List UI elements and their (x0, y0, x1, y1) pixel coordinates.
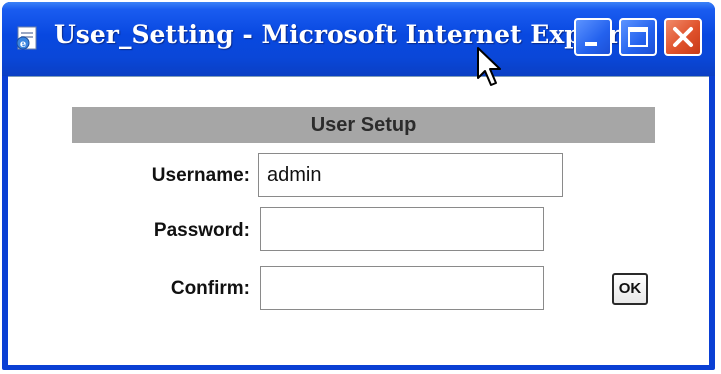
password-input[interactable] (260, 207, 544, 251)
username-input[interactable] (258, 153, 563, 197)
title-bar[interactable]: e User_Setting - Microsoft Internet Expl… (2, 2, 715, 76)
mouse-cursor-icon (476, 46, 506, 90)
maximize-button[interactable] (619, 18, 657, 56)
ok-button[interactable]: OK (612, 273, 648, 305)
section-title: User Setup (72, 107, 655, 143)
page-content: User Setup Username: Password: Confirm: … (8, 76, 709, 365)
close-icon (673, 27, 693, 47)
confirm-label: Confirm: (170, 278, 250, 299)
maximize-icon (628, 27, 648, 47)
minimize-button[interactable] (574, 18, 612, 56)
close-button[interactable] (664, 18, 702, 56)
confirm-input[interactable] (260, 266, 544, 310)
minimize-icon (585, 42, 597, 46)
svg-text:e: e (20, 39, 26, 50)
ie-page-icon: e (14, 24, 42, 52)
username-label: Username: (151, 165, 250, 186)
browser-window: e User_Setting - Microsoft Internet Expl… (2, 2, 715, 370)
password-label: Password: (153, 220, 250, 241)
window-title: User_Setting - Microsoft Internet Explor… (54, 20, 651, 49)
